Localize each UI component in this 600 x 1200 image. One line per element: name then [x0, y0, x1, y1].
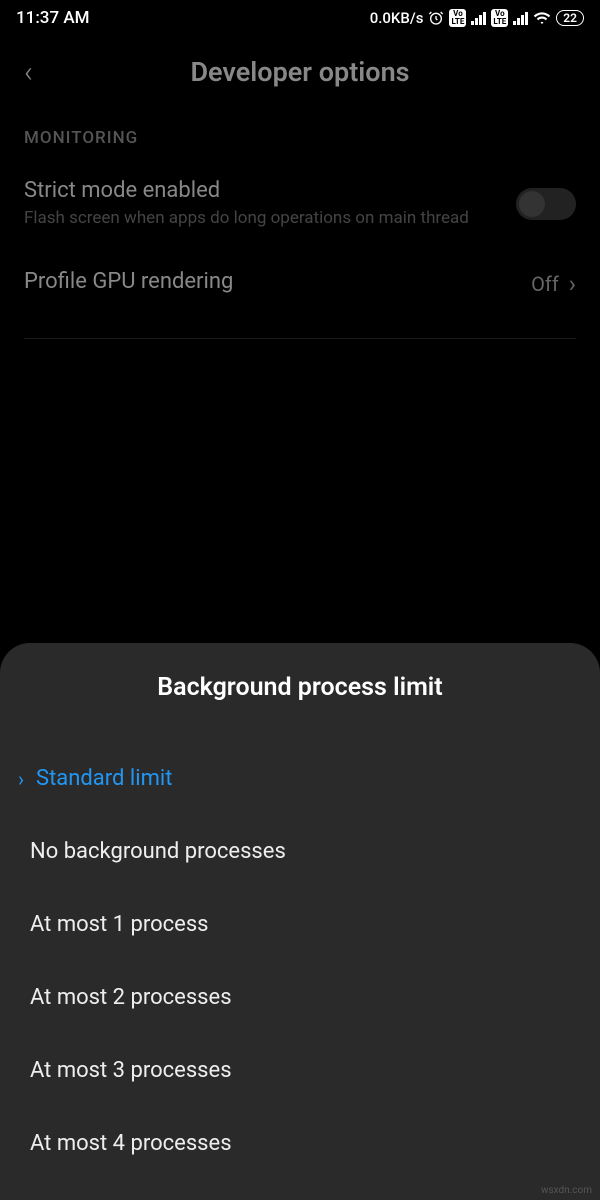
signal-icon-1 [471, 11, 486, 25]
modal-background-process-limit: Background process limit › Standard limi… [0, 643, 600, 1200]
volte-icon-1: VoLTE [449, 9, 466, 27]
option-standard-limit[interactable]: › Standard limit [0, 742, 600, 815]
signal-icon-2 [513, 11, 528, 25]
wifi-icon [533, 9, 551, 27]
toggle-knob [519, 191, 545, 217]
setting-gpu-rendering[interactable]: Profile GPU rendering Off › [0, 249, 600, 318]
watermark: wsxdn.com [541, 1185, 592, 1196]
setting-strict-mode[interactable]: Strict mode enabled Flash screen when ap… [0, 158, 600, 249]
option-at-most-1[interactable]: At most 1 process [0, 888, 600, 961]
toggle-strict-mode[interactable] [516, 188, 576, 220]
modal-title: Background process limit [0, 673, 600, 702]
volte-icon-2: VoLTE [491, 9, 508, 27]
chevron-right-icon: › [569, 270, 576, 298]
header: ‹ Developer options [0, 36, 600, 118]
option-label: At most 4 processes [30, 1131, 232, 1156]
setting-value: Off › [531, 270, 576, 298]
chevron-right-icon: › [18, 767, 24, 791]
option-label: At most 1 process [30, 912, 209, 937]
option-label: At most 3 processes [30, 1058, 232, 1083]
option-label: Standard limit [36, 766, 172, 791]
option-label: No background processes [30, 839, 286, 864]
battery-icon: 22 [556, 10, 584, 26]
status-bar: 11:37 AM 0.0KB/s VoLTE VoLTE 22 [0, 0, 600, 36]
page-title: Developer options [20, 56, 580, 88]
option-label: At most 2 processes [30, 985, 232, 1010]
divider [24, 338, 576, 339]
option-no-background[interactable]: No background processes [0, 815, 600, 888]
data-rate: 0.0KB/s [370, 9, 424, 27]
setting-text: Strict mode enabled Flash screen when ap… [24, 178, 516, 229]
status-icons: 0.0KB/s VoLTE VoLTE 22 [370, 9, 584, 27]
setting-text: Profile GPU rendering [24, 269, 531, 298]
back-button[interactable]: ‹ [24, 55, 33, 90]
status-time: 11:37 AM [16, 8, 90, 28]
setting-title: Profile GPU rendering [24, 269, 511, 294]
option-at-most-2[interactable]: At most 2 processes [0, 961, 600, 1034]
section-header-monitoring: MONITORING [0, 118, 600, 158]
value-text: Off [531, 272, 559, 296]
option-at-most-3[interactable]: At most 3 processes [0, 1034, 600, 1107]
setting-title: Strict mode enabled [24, 178, 496, 203]
option-at-most-4[interactable]: At most 4 processes [0, 1107, 600, 1180]
setting-desc: Flash screen when apps do long operation… [24, 207, 496, 229]
alarm-icon [428, 10, 444, 26]
